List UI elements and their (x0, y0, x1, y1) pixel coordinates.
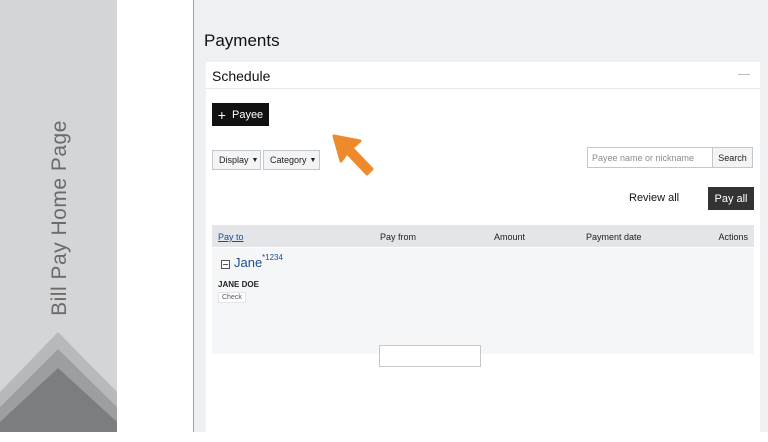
sidebar-title: Bill Pay Home Page (48, 120, 71, 316)
table-header: Pay to Pay from Amount Payment date Acti… (212, 225, 754, 247)
column-amount: Amount (494, 232, 526, 242)
payee-full-name: JANE DOE (218, 280, 259, 289)
pointer-arrow-icon (332, 134, 374, 176)
caret-down-icon: ▼ (309, 156, 317, 164)
sidebar-panel: Bill Pay Home Page (0, 0, 117, 432)
sidebar-decoration (0, 332, 117, 432)
column-actions: Actions (718, 232, 748, 242)
search-button[interactable]: Search (712, 147, 753, 168)
collapse-icon[interactable] (738, 74, 750, 75)
category-filter-label: Category (270, 155, 307, 165)
column-pay-from: Pay from (380, 232, 417, 242)
pay-all-button[interactable]: Pay all (708, 187, 754, 210)
plus-icon: + (217, 106, 226, 123)
schedule-card: Schedule + Payee Display ▼ Category ▼ Se… (206, 62, 760, 442)
category-filter-button[interactable]: Category ▼ (263, 150, 320, 170)
payment-method-badge: Check (218, 292, 246, 303)
collapse-toggle-icon[interactable] (221, 260, 230, 269)
app-main: Payments Schedule + Payee Display ▼ Cate… (194, 0, 768, 442)
pay-from-select[interactable] (379, 345, 481, 367)
schedule-title: Schedule (212, 68, 271, 84)
schedule-header: Schedule (206, 62, 760, 89)
page-title: Payments (204, 31, 280, 50)
payee-search-input[interactable] (587, 147, 721, 168)
table-row: Jane *1234 JANE DOE Check (212, 248, 754, 367)
add-payee-label: Payee (231, 108, 264, 121)
caret-down-icon: ▼ (251, 156, 259, 164)
add-payee-button[interactable]: + Payee (212, 103, 269, 126)
review-all-button[interactable]: Review all (629, 192, 679, 204)
payee-nickname-link[interactable]: Jane (234, 255, 262, 270)
account-suffix: *1234 (262, 253, 283, 262)
display-filter-button[interactable]: Display ▼ (212, 150, 261, 170)
column-pay-to[interactable]: Pay to (218, 232, 244, 242)
display-filter-label: Display (219, 155, 249, 165)
gutter (117, 0, 193, 432)
column-payment-date: Payment date (586, 232, 642, 242)
